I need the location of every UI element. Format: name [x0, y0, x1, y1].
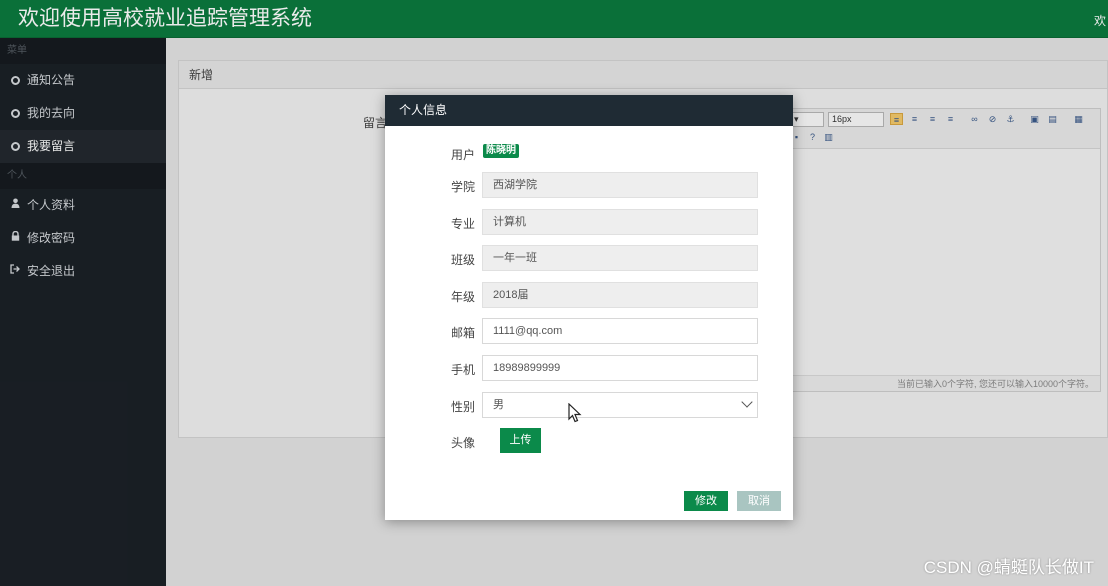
cancel-button[interactable]: 取消: [737, 491, 781, 511]
email-field[interactable]: 1111@qq.com: [482, 318, 758, 344]
watermark: CSDN @蜻蜓队长做IT: [923, 558, 1094, 577]
college-field: 西湖学院: [482, 172, 758, 198]
mouse-cursor-icon: [568, 403, 582, 423]
phone-field[interactable]: 18989899999: [482, 355, 758, 381]
avatar-label: 头像: [451, 436, 476, 450]
gender-select[interactable]: 男: [482, 392, 758, 418]
save-button[interactable]: 修改: [684, 491, 728, 511]
user-badge: 陈晓明: [483, 144, 519, 158]
profile-modal: 个人信息 用户 陈晓明 学院 西湖学院 专业 计算机 班级 一年一班 年级 20…: [385, 95, 793, 520]
grade-field: 2018届: [482, 282, 758, 308]
modal-title: 个人信息: [385, 95, 793, 126]
major-field: 计算机: [482, 209, 758, 235]
class-field: 一年一班: [482, 245, 758, 271]
upload-button[interactable]: 上传: [500, 428, 541, 453]
chevron-down-icon: [741, 396, 753, 408]
gender-value: 男: [493, 399, 504, 411]
